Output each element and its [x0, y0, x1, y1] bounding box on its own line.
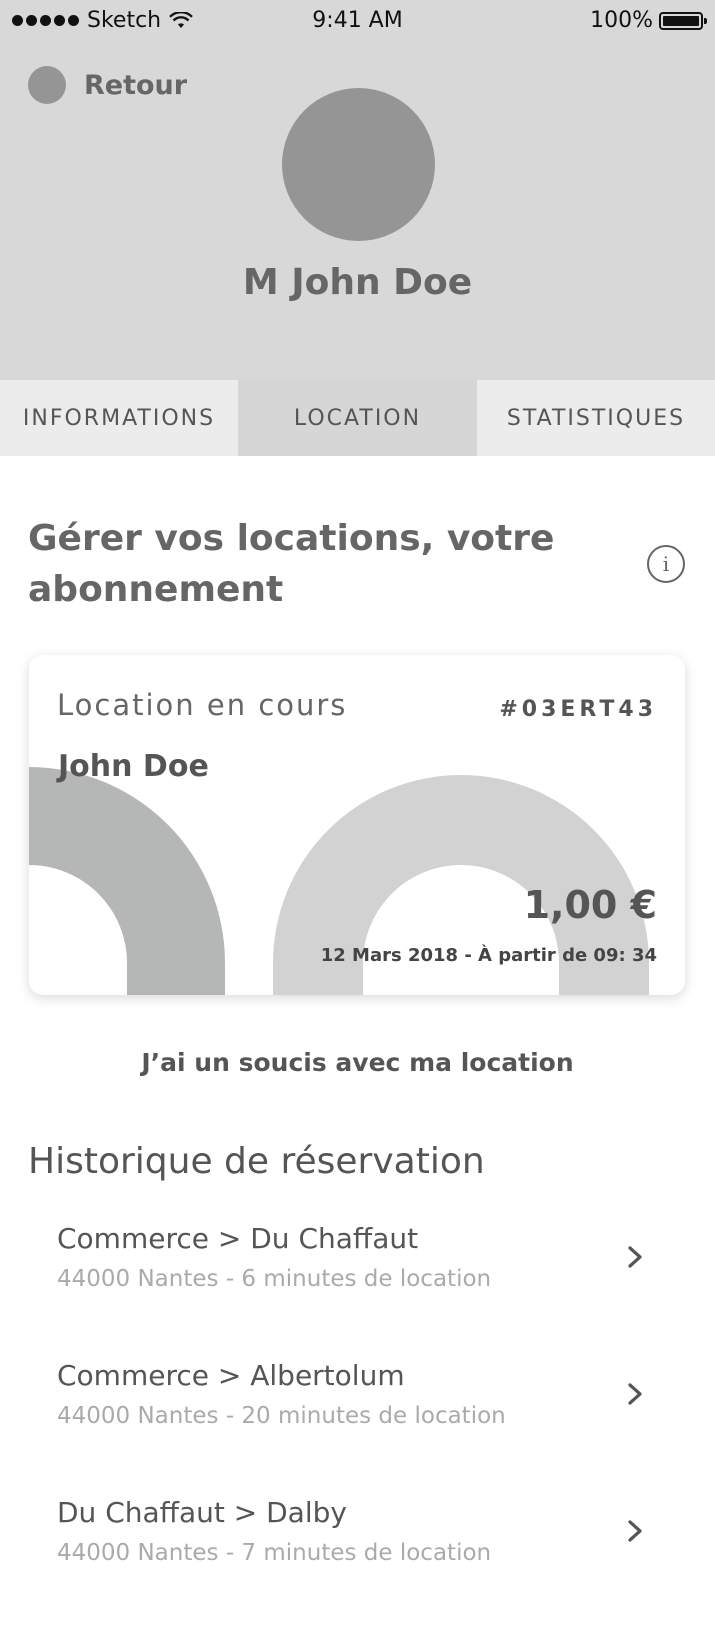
history-item-title: Commerce > Du Chaffaut: [57, 1222, 419, 1255]
status-bar: Sketch 9:41 AM 100%: [0, 0, 715, 42]
profile-header: Sketch 9:41 AM 100% Retour M John Doe: [0, 0, 715, 380]
rental-customer-name: John Doe: [58, 749, 209, 784]
history-title: Historique de réservation: [28, 1141, 485, 1182]
tab-location[interactable]: LOCATION: [238, 380, 477, 456]
chevron-right-icon: [628, 1383, 642, 1405]
chevron-right-icon: [628, 1246, 642, 1268]
history-item[interactable]: Du Chaffaut > Dalby 44000 Nantes - 7 min…: [0, 1496, 715, 1633]
report-issue-link[interactable]: J’ai un soucis avec ma location: [0, 1048, 715, 1077]
history-item-subtitle: 44000 Nantes - 7 minutes de location: [57, 1540, 492, 1566]
tab-informations[interactable]: INFORMATIONS: [0, 380, 238, 456]
section-title: Gérer vos locations, votre abonnement: [28, 518, 555, 610]
history-item-subtitle: 44000 Nantes - 6 minutes de location: [57, 1266, 492, 1292]
tab-bar: INFORMATIONS LOCATION STATISTIQUES: [0, 380, 715, 456]
rental-reference: #03ERT43: [499, 697, 657, 722]
history-item[interactable]: Commerce > Albertolum 44000 Nantes - 20 …: [0, 1359, 715, 1496]
back-icon: [28, 66, 66, 104]
user-name: M John Doe: [242, 262, 473, 303]
status-bar-right: 100%: [590, 8, 707, 33]
battery-percentage: 100%: [590, 8, 653, 33]
tab-statistiques[interactable]: STATISTIQUES: [477, 380, 715, 456]
chevron-right-icon: [628, 1520, 642, 1542]
back-label: Retour: [84, 69, 188, 101]
history-item-subtitle: 44000 Nantes - 20 minutes de location: [57, 1403, 506, 1429]
history-item[interactable]: Commerce > Du Chaffaut 44000 Nantes - 6 …: [0, 1222, 715, 1359]
history-item-title: Du Chaffaut > Dalby: [57, 1496, 347, 1529]
rental-status-label: Location en cours: [57, 688, 348, 722]
rental-price: 1,00 €: [523, 883, 657, 927]
history-list: Commerce > Du Chaffaut 44000 Nantes - 6 …: [0, 1222, 715, 1633]
battery-icon: [659, 11, 707, 30]
rental-date: 12 Mars 2018 - À partir de 09: 34: [320, 945, 657, 966]
decor-arc-left: [29, 767, 225, 995]
current-rental-card[interactable]: Location en cours #03ERT43 John Doe 1,00…: [29, 655, 685, 995]
back-button[interactable]: Retour: [28, 66, 187, 104]
history-item-title: Commerce > Albertolum: [57, 1359, 405, 1392]
info-icon[interactable]: i: [647, 545, 685, 583]
avatar: [282, 88, 435, 241]
